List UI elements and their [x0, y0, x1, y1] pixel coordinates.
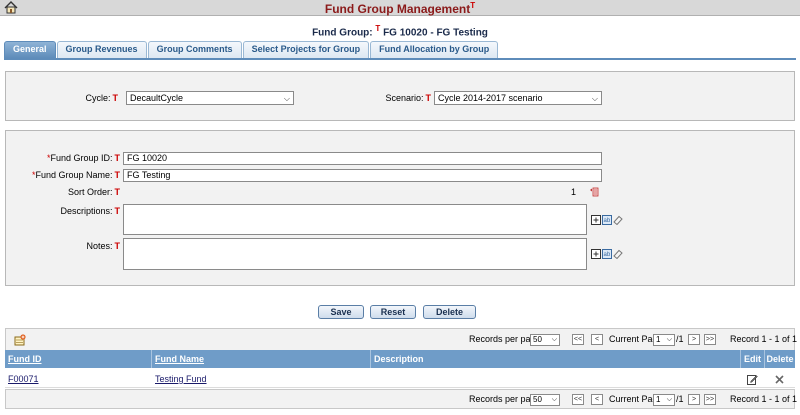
fund-group-name-input[interactable]: FG Testing — [123, 169, 602, 182]
cycle-scenario-panel: Cycle: T DecaultCycle ⌵ Scenario: T Cycle … — [5, 71, 795, 121]
delete-cell — [765, 370, 795, 388]
svg-text:ab: ab — [604, 218, 611, 224]
fund-group-heading: Fund Group: T FG 10020 - FG Testing — [312, 24, 488, 39]
next-page-button[interactable]: > — [688, 334, 700, 345]
cycle-select[interactable]: DecaultCycle ⌵ — [126, 91, 294, 105]
tab-select-projects-for-group[interactable]: Select Projects for Group — [242, 41, 370, 58]
svg-text:ab: ab — [604, 252, 611, 258]
descriptions-label: Descriptions: T — [60, 206, 120, 216]
expand-icon[interactable] — [591, 215, 601, 225]
column-header-fund-id[interactable]: Fund ID — [5, 350, 152, 368]
fund-group-id-label: *Fund Group ID: T — [46, 153, 120, 163]
translate-marker[interactable]: T — [375, 24, 380, 33]
spellcheck-icon[interactable]: ab — [602, 215, 612, 225]
descriptions-textarea[interactable] — [123, 204, 587, 235]
column-header-edit: Edit — [741, 350, 765, 368]
total-pages: /1 — [676, 334, 684, 344]
chevron-down-icon: ⌵ — [283, 94, 290, 103]
column-header-fund-name[interactable]: Fund Name — [152, 350, 371, 368]
last-page-button[interactable]: >> — [704, 394, 716, 405]
first-page-button[interactable]: << — [572, 394, 584, 405]
fund-group-id-input[interactable]: FG 10020 — [123, 152, 602, 165]
sort-order-label: Sort Order: T — [67, 187, 120, 197]
sort-order-value: 1 — [571, 187, 577, 197]
fund-group-name-label: *Fund Group Name: T — [31, 170, 120, 180]
tab-general[interactable]: General — [4, 41, 56, 58]
column-header-description: Description — [371, 350, 741, 368]
fund-name-cell: Testing Fund — [152, 370, 371, 388]
description-cell — [371, 370, 741, 388]
eraser-icon[interactable] — [613, 249, 623, 259]
chevron-down-icon: ⌵ — [666, 336, 672, 343]
delete-icon[interactable] — [775, 375, 784, 384]
record-range: Record 1 - 1 of 1 — [730, 394, 798, 404]
tab-group-revenues[interactable]: Group Revenues — [56, 41, 147, 58]
eraser-icon[interactable] — [613, 215, 623, 225]
last-page-button[interactable]: >> — [704, 334, 716, 345]
spellcheck-icon[interactable]: ab — [602, 249, 612, 259]
notes-label: Notes: T — [86, 241, 120, 251]
expand-icon[interactable] — [591, 249, 601, 259]
tab-fund-allocation-by-group[interactable]: Fund Allocation by Group — [370, 41, 499, 58]
grid-pager-top: Records per page 50 ⌵ << < Current Page 1… — [5, 328, 798, 350]
chevron-down-icon: ⌵ — [551, 336, 557, 343]
table-row: F00071 Testing Fund — [5, 370, 795, 388]
fund-id-cell: F00071 — [5, 370, 152, 388]
records-per-page-select[interactable]: 50 ⌵ — [530, 334, 560, 346]
fund-name-link[interactable]: Testing Fund — [155, 374, 207, 384]
edit-icon[interactable] — [747, 374, 758, 385]
tab-bar: General Group Revenues Group Comments Se… — [4, 41, 499, 58]
chevron-down-icon: ⌵ — [551, 396, 557, 403]
cycle-label: Cycle: T — [85, 93, 118, 103]
grid-header: Fund ID Fund Name Description Edit Delet… — [5, 350, 795, 368]
prev-page-button[interactable]: < — [591, 394, 603, 405]
scenario-label: Scenario: T — [385, 93, 431, 103]
chevron-down-icon: ⌵ — [666, 396, 672, 403]
column-header-delete: Delete — [766, 354, 794, 364]
page-title: Fund Group ManagementT — [324, 1, 476, 16]
record-range: Record 1 - 1 of 1 — [730, 334, 798, 344]
next-page-button[interactable]: > — [688, 394, 700, 405]
notes-textarea[interactable] — [123, 238, 587, 270]
fund-group-details-panel: *Fund Group ID: T FG 10020 *Fund Group Na… — [5, 130, 795, 286]
edit-cell — [741, 370, 765, 388]
current-page-select[interactable]: 1 ⌵ — [653, 394, 675, 406]
sort-order-icon[interactable] — [589, 187, 599, 197]
delete-button[interactable]: Delete — [423, 305, 476, 319]
reset-button[interactable]: Reset — [370, 305, 416, 319]
add-record-icon[interactable] — [14, 334, 26, 346]
title-bar: Fund Group ManagementT — [0, 0, 800, 16]
tab-group-comments[interactable]: Group Comments — [147, 41, 242, 58]
grid-pager-bottom: Records per page 50 ⌵ << < Current Page 1… — [5, 389, 798, 409]
records-per-page-select[interactable]: 50 ⌵ — [530, 394, 560, 406]
first-page-button[interactable]: << — [572, 334, 584, 345]
scenario-select[interactable]: Cycle 2014-2017 scenario ⌵ — [434, 91, 602, 105]
total-pages: /1 — [676, 394, 684, 404]
fund-id-link[interactable]: F00071 — [8, 374, 39, 384]
tab-underline — [4, 58, 796, 60]
chevron-down-icon: ⌵ — [591, 94, 598, 103]
prev-page-button[interactable]: < — [591, 334, 603, 345]
save-button[interactable]: Save — [318, 305, 364, 319]
translate-marker[interactable]: T — [470, 1, 475, 10]
current-page-select[interactable]: 1 ⌵ — [653, 334, 675, 346]
